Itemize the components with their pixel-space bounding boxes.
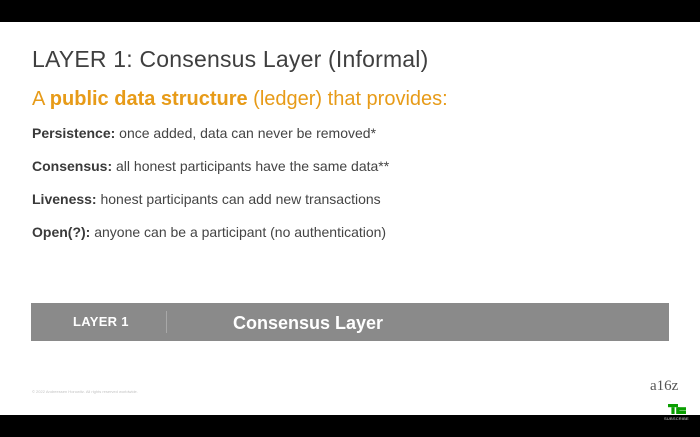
property-text: all honest participants have the same da…	[112, 158, 390, 174]
techcrunch-logo-icon[interactable]	[668, 404, 686, 414]
layer-number-label: LAYER 1	[73, 314, 129, 329]
property-term: Persistence:	[32, 125, 116, 141]
layer-divider	[166, 311, 167, 333]
property-item-open: Open(?): anyone can be a participant (no…	[32, 225, 389, 258]
slide-title: LAYER 1: Consensus Layer (Informal)	[32, 46, 429, 72]
slide-subtitle: A public data structure (ledger) that pr…	[32, 88, 448, 111]
slide: LAYER 1: Consensus Layer (Informal) A pu…	[0, 22, 700, 415]
property-term: Consensus:	[32, 158, 113, 174]
property-text: anyone can be a participant (no authenti…	[90, 224, 387, 240]
layer-bar: LAYER 1 Consensus Layer	[31, 303, 669, 341]
property-term: Open(?):	[32, 224, 91, 240]
property-term: Liveness:	[32, 191, 97, 207]
property-text: honest participants can add new transact…	[96, 191, 381, 207]
a16z-logo: a16z	[650, 378, 679, 394]
property-item-consensus: Consensus: all honest participants have …	[32, 159, 389, 192]
subtitle-emphasis: public data structure	[49, 88, 248, 110]
property-list: Persistence: once added, data can never …	[32, 126, 389, 258]
property-item-liveness: Liveness: honest participants can add ne…	[32, 192, 389, 225]
subscribe-label[interactable]: SUBSCRIBE	[664, 416, 689, 421]
subtitle-prefix: A	[32, 88, 50, 110]
layer-name: Consensus Layer	[233, 313, 384, 333]
video-frame: LAYER 1: Consensus Layer (Informal) A pu…	[0, 0, 700, 437]
property-item-persistence: Persistence: once added, data can never …	[32, 126, 389, 159]
property-text: once added, data can never be removed*	[115, 125, 377, 141]
copyright-notice: © 2022 Andreessen Horowitz. All rights r…	[32, 389, 138, 394]
subtitle-suffix: (ledger) that provides:	[247, 88, 448, 110]
